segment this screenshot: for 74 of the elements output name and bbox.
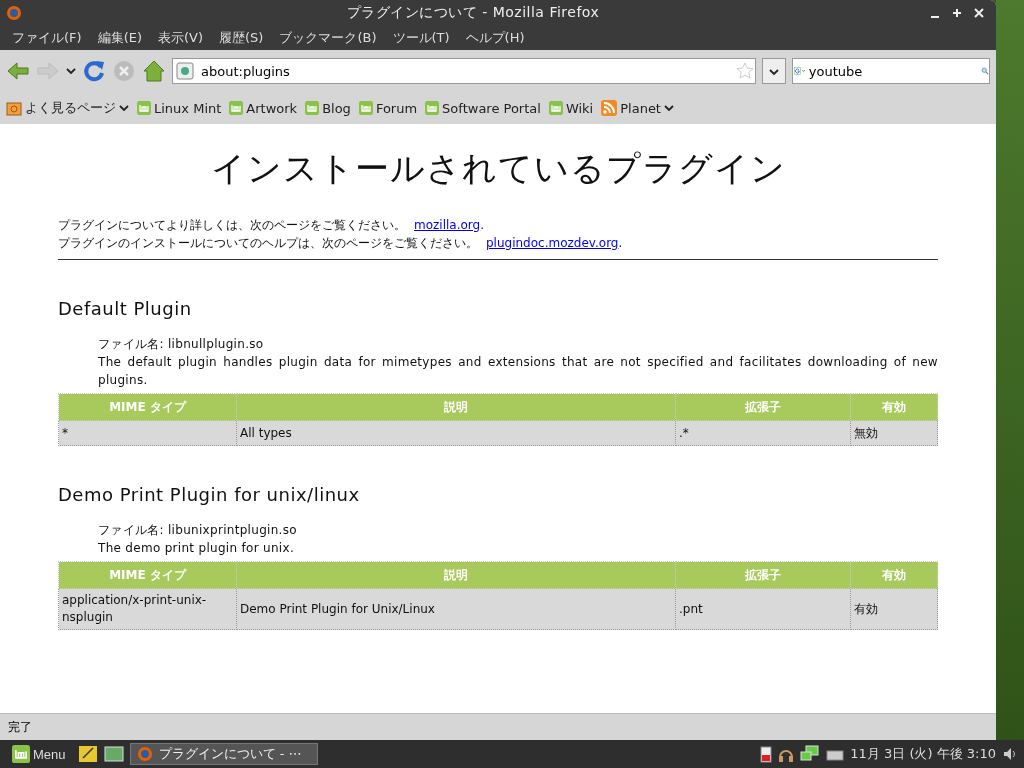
menu-item[interactable]: 編集(E)	[89, 29, 150, 47]
address-bar[interactable]: about:plugins	[172, 58, 756, 84]
column-header: 有効	[850, 393, 938, 421]
bookmark-item[interactable]: Forum	[358, 100, 418, 116]
menu-item[interactable]: ファイル(F)	[4, 29, 90, 47]
close-icon	[974, 8, 984, 18]
table-cell: Demo Print Plugin for Unix/Linux	[236, 588, 676, 630]
rss-feed-icon	[601, 100, 618, 116]
file-name: ファイル名: libunixprintplugin.so	[98, 522, 298, 539]
column-header: 説明	[236, 393, 676, 421]
column-header: 有効	[850, 561, 938, 589]
table-cell: 有効	[850, 588, 938, 630]
home-icon[interactable]	[142, 59, 166, 83]
column-header: MIME タイプ	[58, 393, 237, 421]
menu-item[interactable]: ヘルプ(H)	[457, 29, 533, 47]
reload-icon[interactable]	[82, 59, 106, 83]
minimize-icon	[930, 16, 940, 18]
mint-logo-icon	[548, 101, 563, 115]
menu-item[interactable]: ブックマーク(B)	[271, 29, 385, 47]
file-name: ファイル名: libnullplugin.so	[98, 336, 265, 353]
mint-logo-icon	[229, 101, 244, 115]
mint-logo-icon	[305, 101, 320, 115]
notes-icon[interactable]	[77, 744, 98, 764]
bookmark-item[interactable]: よく見るページ	[6, 99, 129, 117]
star-icon[interactable]	[735, 61, 755, 81]
battery-icon	[760, 745, 773, 763]
back-arrow-icon[interactable]	[6, 61, 30, 81]
desktop-icon[interactable]	[103, 744, 124, 764]
maximize-icon	[952, 8, 962, 18]
bookmark-item[interactable]: Blog	[305, 100, 351, 116]
caret-icon	[66, 67, 76, 75]
link[interactable]: mozilla.org	[414, 218, 481, 232]
bookmark-item[interactable]: Artwork	[229, 100, 298, 116]
taskbar-window-button[interactable]: プラグインについて - ⋯	[129, 743, 318, 765]
mint-logo-icon	[425, 101, 440, 115]
table-cell: *	[58, 420, 237, 446]
menu-item[interactable]: 表示(V)	[150, 29, 212, 47]
history-dropdown-button[interactable]	[762, 58, 786, 84]
column-header: MIME タイプ	[58, 561, 237, 589]
plugin-description: The default plugin handles plugin data for mimetypes and extensions that are not specified and facilitates downloading of new plugins.	[98, 354, 938, 389]
table-cell: All types	[236, 420, 676, 446]
bookmark-item[interactable]: Software Portal	[425, 100, 541, 116]
column-header: 説明	[236, 561, 676, 589]
plugin-description: The demo print plugin for unix.	[98, 540, 295, 557]
menu-item[interactable]: 履歴(S)	[211, 29, 272, 47]
intro-text: プラグインのインストールについてのヘルプは、次のページをご覧ください。 plugindoc.mozdev.org.	[58, 235, 624, 252]
table-cell: .*	[675, 420, 851, 446]
caret-icon	[119, 104, 129, 112]
mint-logo-icon	[358, 101, 373, 115]
mint-logo-icon	[137, 101, 151, 115]
intro-text: プラグインについてより詳しくは、次のページをご覧ください。 mozilla.org.	[58, 217, 485, 234]
folder-icon	[6, 100, 22, 116]
table-cell: 無効	[850, 420, 938, 446]
page-heading: インストールされているプラグイン	[209, 147, 787, 190]
table-cell: application/x-print-unix-nsplugin	[58, 588, 237, 630]
caret-icon	[769, 67, 779, 76]
plugin-name: Default Plugin	[58, 298, 193, 319]
bookmark-item[interactable]: Linux Mint	[137, 100, 222, 116]
clock[interactable]: 11月 3日 (火) 午後 3:10	[850, 745, 996, 763]
plugin-name: Demo Print Plugin for unix/linux	[58, 484, 361, 505]
table-cell: .pnt	[675, 588, 851, 630]
search-bar[interactable]: youtube	[792, 58, 990, 84]
window-title: プラグインについて - Mozilla Firefox	[345, 4, 601, 22]
network-icon	[800, 745, 821, 763]
menu-item[interactable]: ツール(T)	[384, 29, 458, 47]
menu-button[interactable]: Menu	[6, 744, 72, 764]
column-header: 拡張子	[675, 393, 851, 421]
firefox-logo-icon	[6, 5, 22, 21]
mint-logo-icon	[12, 745, 30, 763]
bookmark-item[interactable]: Planet	[601, 100, 674, 116]
firefox-logo-icon	[136, 746, 153, 762]
column-header: 拡張子	[675, 561, 851, 589]
bookmark-item[interactable]: Wiki	[548, 100, 594, 116]
caret-icon	[664, 104, 674, 112]
